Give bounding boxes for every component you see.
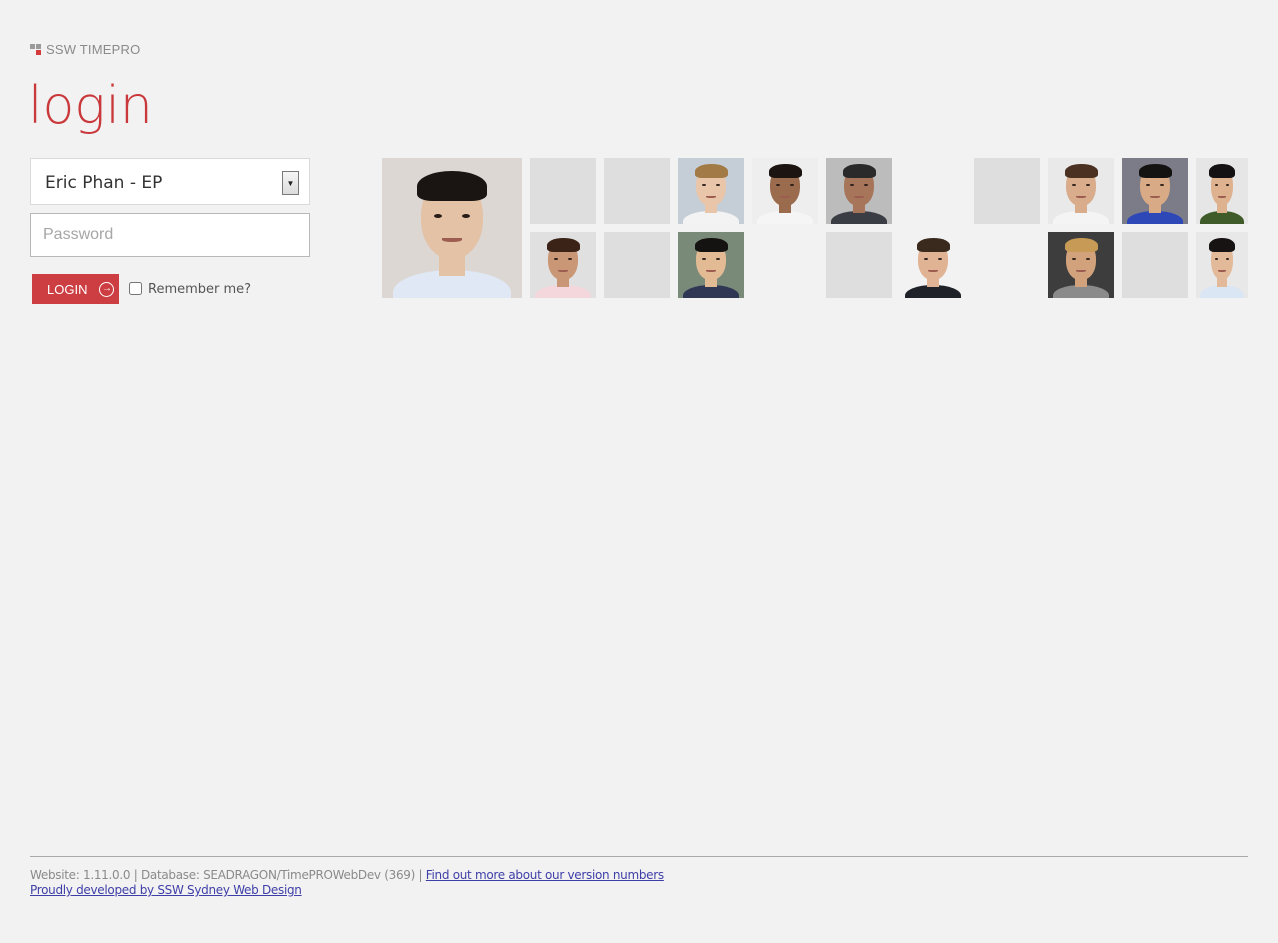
avatar-tile[interactable]	[1196, 158, 1248, 224]
ssw-credit-link[interactable]: Proudly developed by SSW Sydney Web Desi…	[30, 883, 302, 897]
avatar-photo	[752, 158, 818, 224]
avatar-photo	[1196, 232, 1248, 298]
footer-divider	[30, 856, 1248, 857]
login-button-label: LOGIN	[47, 281, 88, 297]
avatar-tile[interactable]	[974, 158, 1040, 224]
avatar-tile[interactable]	[530, 158, 596, 224]
chevron-down-icon[interactable]: ▼	[282, 171, 299, 195]
avatar-photo	[1122, 158, 1188, 224]
remember-me-checkbox[interactable]	[129, 282, 142, 295]
user-select-value: Eric Phan - EP	[45, 173, 163, 193]
avatar-tile[interactable]	[1122, 158, 1188, 224]
avatar-tile[interactable]	[900, 232, 966, 298]
avatar-photo	[678, 158, 744, 224]
avatar-tile[interactable]	[382, 158, 522, 298]
avatar-photo	[1048, 158, 1114, 224]
login-button[interactable]: LOGIN →	[32, 274, 119, 304]
arrow-circle-right-icon: →	[99, 281, 115, 297]
brand: SSW TIMEPRO	[30, 42, 140, 57]
avatar-tile[interactable]	[1048, 158, 1114, 224]
avatar-photo	[900, 232, 966, 298]
user-select[interactable]: Eric Phan - EP ▼	[30, 158, 310, 205]
avatar-photo	[1048, 232, 1114, 298]
page-title: login	[28, 76, 153, 136]
avatar-tile[interactable]	[826, 158, 892, 224]
avatar-photo	[1196, 158, 1248, 224]
avatar-photo	[530, 232, 596, 298]
avatar-tile[interactable]	[1048, 232, 1114, 298]
avatar-tile[interactable]	[604, 232, 670, 298]
avatar-tile[interactable]	[826, 232, 892, 298]
avatar-tile[interactable]	[1196, 232, 1248, 298]
remember-me-label: Remember me?	[148, 282, 252, 297]
version-info: Website: 1.11.0.0 | Database: SEADRAGON/…	[30, 868, 423, 882]
avatar-tile[interactable]	[678, 232, 744, 298]
avatar-photo	[678, 232, 744, 298]
version-numbers-link[interactable]: Find out more about our version numbers	[426, 868, 664, 882]
footer: Website: 1.11.0.0 | Database: SEADRAGON/…	[30, 868, 664, 898]
avatar-photo	[382, 158, 522, 298]
avatar-tile[interactable]	[530, 232, 596, 298]
remember-me[interactable]: Remember me?	[129, 281, 252, 297]
avatar-tile[interactable]	[678, 158, 744, 224]
ssw-logo-icon	[30, 43, 42, 56]
avatar-photo	[826, 158, 892, 224]
avatar-tile[interactable]	[1122, 232, 1188, 298]
brand-name: SSW TIMEPRO	[46, 42, 141, 57]
avatar-tile[interactable]	[604, 158, 670, 224]
avatar-tile[interactable]	[752, 158, 818, 224]
password-field[interactable]	[30, 213, 310, 257]
